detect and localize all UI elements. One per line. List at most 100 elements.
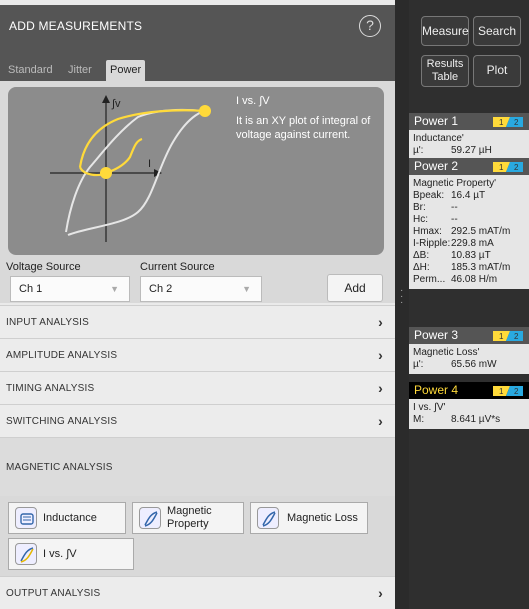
- magnetic-property-label: Magnetic Property: [167, 505, 212, 530]
- panel-splitter[interactable]: · · ·: [395, 0, 409, 609]
- badge-row: M: 8.641 µV*s: [413, 414, 525, 426]
- i-vs-integral-v-label: I vs. ∫V: [43, 548, 77, 560]
- results-table-label-line2: Table: [431, 71, 459, 83]
- row-key: µ':: [413, 359, 424, 370]
- inductance-measurement-button[interactable]: Inductance: [8, 502, 126, 534]
- badge-measurement-name: I vs. ∫V': [413, 402, 446, 413]
- row-key: Hc:: [413, 214, 428, 225]
- plot-button[interactable]: Plot: [473, 55, 521, 87]
- tab-power[interactable]: Power: [106, 60, 146, 81]
- section-label: OUTPUT ANALYSIS: [6, 588, 101, 599]
- measurement-badge-power-4[interactable]: Power 4 1 2 I vs. ∫V' M: 8.641 µV*s: [409, 382, 529, 429]
- ch1-tag: 1: [499, 163, 504, 172]
- curve-origin-marker: [100, 167, 112, 179]
- integral-curve-lower: [78, 137, 143, 177]
- add-button[interactable]: Add: [327, 274, 383, 302]
- badge-header: Power 1 1 2: [409, 113, 529, 130]
- badge-measurement-name: Inductance': [413, 133, 464, 144]
- magnetic-property-icon: [139, 507, 161, 529]
- current-source-value: Ch 2: [149, 283, 173, 295]
- channel-tag-icon: 1 2: [493, 386, 523, 396]
- inductance-icon: [15, 507, 37, 529]
- results-table-label-line1: Results: [426, 58, 464, 70]
- add-measurements-dialog: ADD MEASUREMENTS ? Standard Jitter Power…: [0, 0, 395, 609]
- channel-tag-icon: 1 2: [493, 162, 523, 172]
- badge-body: I vs. ∫V' M: 8.641 µV*s: [409, 399, 529, 429]
- inductance-label: Inductance: [43, 512, 97, 524]
- badge-title: Power 2: [414, 159, 459, 173]
- search-button[interactable]: Search: [473, 16, 521, 46]
- magnetic-loss-icon: [257, 507, 279, 529]
- section-magnetic-analysis[interactable]: MAGNETIC ANALYSIS: [0, 437, 395, 496]
- curve-endpoint-marker: [199, 105, 211, 117]
- badge-row: ΔB: 10.83 µT: [413, 250, 525, 262]
- row-key: M:: [413, 414, 425, 425]
- results-table-button[interactable]: Results Table: [421, 55, 469, 87]
- drag-handle-icon[interactable]: · · ·: [400, 286, 403, 318]
- row-value: --: [451, 202, 458, 213]
- badge-row: Bpeak: 16.4 µT: [413, 190, 525, 202]
- measurement-badge-power-2[interactable]: Power 2 1 2 Magnetic Property' Bpeak: 16.…: [409, 158, 529, 289]
- help-icon[interactable]: ?: [359, 15, 381, 37]
- section-timing-analysis[interactable]: TIMING ANALYSIS ›: [0, 371, 395, 404]
- row-value: 292.5 mAT/m: [451, 226, 511, 237]
- badge-row: ΔH: 185.3 mAT/m: [413, 262, 525, 274]
- chevron-right-icon: ›: [378, 585, 383, 601]
- i-vs-integral-v-icon: [15, 543, 37, 565]
- row-key: Perm...: [413, 274, 446, 285]
- chevron-down-icon: ▼: [110, 284, 119, 294]
- row-value: --: [451, 214, 458, 225]
- voltage-source-value: Ch 1: [19, 283, 43, 295]
- section-output-analysis[interactable]: OUTPUT ANALYSIS ›: [0, 576, 395, 609]
- chevron-right-icon: ›: [378, 380, 383, 396]
- section-input-analysis[interactable]: INPUT ANALYSIS ›: [0, 305, 395, 338]
- row-key: Br:: [413, 202, 426, 213]
- badge-measurement-name: Magnetic Property': [413, 178, 497, 189]
- ch1-tag: 1: [499, 118, 504, 127]
- current-source-label: Current Source: [140, 261, 215, 273]
- badge-header: Power 2 1 2: [409, 158, 529, 175]
- row-value: 59.27 µH: [451, 145, 492, 156]
- tab-jitter[interactable]: Jitter: [64, 60, 96, 81]
- current-source-select[interactable]: Ch 2 ▼: [140, 276, 262, 302]
- tab-bar: Standard Jitter Power: [0, 47, 395, 81]
- measure-button[interactable]: Measure: [421, 16, 469, 46]
- row-value: 229.8 mA: [451, 238, 494, 249]
- voltage-source-select[interactable]: Ch 1 ▼: [10, 276, 130, 302]
- measurement-badge-power-3[interactable]: Power 3 1 2 Magnetic Loss' µ': 65.56 mW: [409, 327, 529, 374]
- i-vs-integral-v-measurement-button[interactable]: I vs. ∫V: [8, 538, 134, 570]
- ch2-tag: 2: [514, 163, 519, 172]
- badge-body: Magnetic Property' Bpeak: 16.4 µT Br: -- H…: [409, 175, 529, 289]
- row-value: 185.3 mAT/m: [451, 262, 511, 273]
- preview-description: It is an XY plot of integral of voltage …: [236, 115, 371, 141]
- badge-body: Magnetic Loss' µ': 65.56 mW: [409, 344, 529, 374]
- section-amplitude-analysis[interactable]: AMPLITUDE ANALYSIS ›: [0, 338, 395, 371]
- section-switching-analysis[interactable]: SWITCHING ANALYSIS ›: [0, 404, 395, 437]
- magnetic-measurement-list: Inductance Magnetic Property Magnetic Lo…: [0, 496, 395, 576]
- badge-row: µ': 59.27 µH: [413, 145, 525, 157]
- section-label: INPUT ANALYSIS: [6, 317, 90, 328]
- channel-tag-icon: 1 2: [493, 331, 523, 341]
- y-axis-arrow: [102, 95, 110, 103]
- badge-row: µ': 65.56 mW: [413, 359, 525, 371]
- channel-tag-icon: 1 2: [493, 117, 523, 127]
- dialog-titlebar: ADD MEASUREMENTS ?: [0, 5, 395, 47]
- chevron-right-icon: ›: [378, 347, 383, 363]
- magnetic-loss-measurement-button[interactable]: Magnetic Loss: [250, 502, 368, 534]
- measurement-badge-power-1[interactable]: Power 1 1 2 Inductance' µ': 59.27 µH: [409, 113, 529, 160]
- row-value: 8.641 µV*s: [451, 414, 501, 425]
- chevron-right-icon: ›: [378, 413, 383, 429]
- tab-standard[interactable]: Standard: [4, 60, 57, 81]
- chevron-down-icon: ▼: [242, 284, 251, 294]
- row-key: µ':: [413, 145, 424, 156]
- row-value: 10.83 µT: [451, 250, 491, 261]
- badge-row: Hmax: 292.5 mAT/m: [413, 226, 525, 238]
- measurement-preview: ∫v I I vs. ∫V It is an XY plot of integr…: [8, 87, 384, 255]
- magnetic-property-measurement-button[interactable]: Magnetic Property: [132, 502, 244, 534]
- badge-title: Power 4: [414, 383, 459, 397]
- row-key: Bpeak:: [413, 190, 445, 201]
- row-key: ΔB:: [413, 250, 430, 261]
- badge-row: I-Ripple:229.8 mA: [413, 238, 525, 250]
- ch2-tag: 2: [514, 387, 519, 396]
- row-key: I-Ripple:: [413, 238, 451, 249]
